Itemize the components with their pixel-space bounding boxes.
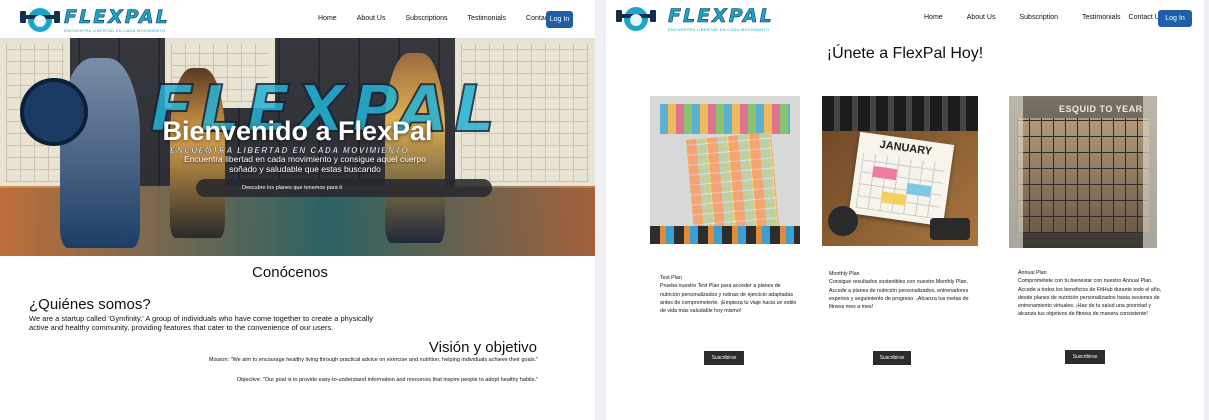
hero-banner: FLEXPAL ENCUENTRA LIBERTAD EN CADA MOVIM… xyxy=(0,38,595,256)
plan-title: Test Plan xyxy=(660,275,682,281)
join-heading: ¡Únete a FlexPal Hoy! xyxy=(826,45,984,62)
plan-title: Annual Plan xyxy=(1018,270,1047,276)
nav-about-us[interactable]: About Us xyxy=(357,15,386,22)
annual-plan-image: ESQUID TO YEAR xyxy=(1009,96,1157,248)
plan-description: Comprométete con tu bienestar con nuestr… xyxy=(1018,278,1162,318)
plan-description: Consigue resultados sostenibles con nues… xyxy=(829,279,969,311)
logo-tagline: ENCUENTRA LIBERTAD EN CADA MOVIMIENTO xyxy=(668,26,770,32)
monthly-plan-image: JANUARY xyxy=(822,96,978,246)
nav-about-us[interactable]: About Us xyxy=(967,14,996,21)
left-page: FLEXPAL ENCUENTRA LIBERTAD EN CADA MOVIM… xyxy=(0,0,595,420)
right-page: FLEXPAL ENCUENTRA LIBERTAD EN CADA MOVIM… xyxy=(606,0,1204,420)
nav-home[interactable]: Home xyxy=(924,14,943,21)
who-we-are-text: We are a startup called 'Gymfinity.' A g… xyxy=(29,314,374,332)
logo-mascot-icon xyxy=(616,4,656,34)
test-plan-card: Test Plan Prueba nuestro Test Plan para … xyxy=(660,274,800,315)
annual-board-label: ESQUID TO YEAR xyxy=(1059,104,1143,114)
monthly-plan-card: Monthly Plan Consigue resultados sosteni… xyxy=(829,270,979,311)
nav-subscriptions[interactable]: Subscriptions xyxy=(405,15,447,22)
subscribe-monthly-plan-button[interactable]: Suscribirse xyxy=(873,351,911,365)
objective-text: Objective: "Our goal is to provide easy-… xyxy=(236,377,538,383)
test-plan-image xyxy=(650,96,800,244)
hero-title: Bienvenido a FlexPal xyxy=(162,116,433,146)
subscribe-annual-plan-button[interactable]: Suscribirse xyxy=(1065,350,1105,364)
navbar: FLEXPAL ENCUENTRA LIBERTAD EN CADA MOVIM… xyxy=(0,0,595,38)
nav-testimonials[interactable]: Testimonials xyxy=(468,15,507,22)
logo-mascot-icon xyxy=(20,5,60,35)
nav-testimonials[interactable]: Testimonials xyxy=(1082,14,1121,21)
nav-subscription[interactable]: Subscription xyxy=(1019,14,1058,21)
subscribe-test-plan-button[interactable]: Suscribirse xyxy=(704,351,744,365)
logo[interactable]: FLEXPAL ENCUENTRA LIBERTAD EN CADA MOVIM… xyxy=(616,4,774,34)
plan-description: Prueba nuestro Test Plan para acceder a … xyxy=(660,283,797,315)
logo-tagline: ENCUENTRA LIBERTAD EN CADA MOVIMIENTO xyxy=(64,27,166,33)
discover-plans-button[interactable]: Descubre los planes que tenemos para ti xyxy=(196,179,492,197)
vision-title: Visión y objetivo xyxy=(428,339,537,356)
mission-text: Mission: "We aim to encourage healthy li… xyxy=(208,357,538,363)
who-we-are-title: ¿Quiénes somos? xyxy=(29,296,151,313)
logo[interactable]: FLEXPAL ENCUENTRA LIBERTAD EN CADA MOVIM… xyxy=(20,5,170,35)
nav-home[interactable]: Home xyxy=(318,15,337,22)
about-heading: Conócenos xyxy=(252,264,328,281)
navbar: FLEXPAL ENCUENTRA LIBERTAD EN CADA MOVIM… xyxy=(606,0,1204,38)
logo-text: FLEXPAL xyxy=(64,5,170,28)
annual-plan-card: Annual Plan Comprométete con tu bienesta… xyxy=(1018,269,1163,319)
login-button[interactable]: Log In xyxy=(1158,10,1192,27)
login-button[interactable]: Log In xyxy=(546,11,573,28)
hero-subtitle: Encuentra libertad en cada movimiento y … xyxy=(184,154,426,174)
plan-title: Monthly Plan xyxy=(829,271,860,277)
logo-text: FLEXPAL xyxy=(668,4,774,27)
